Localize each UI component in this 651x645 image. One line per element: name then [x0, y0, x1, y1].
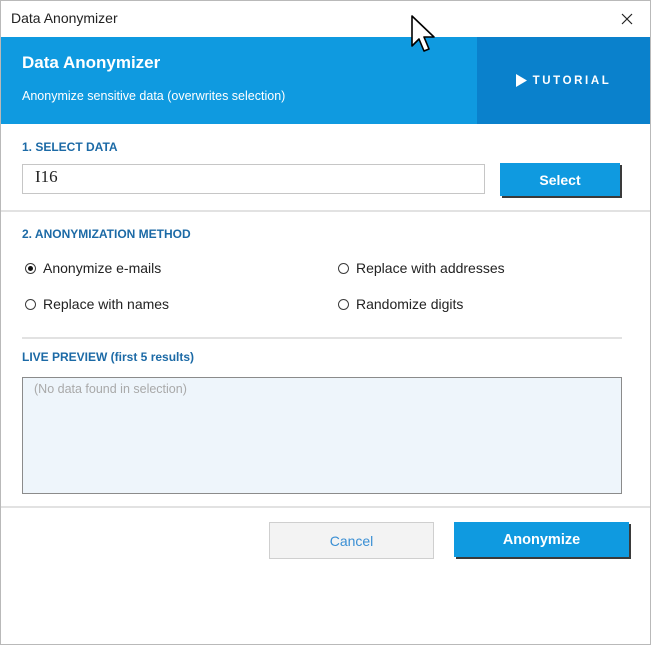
title-bar: Data Anonymizer	[1, 1, 650, 37]
close-icon	[621, 13, 633, 25]
selection-input[interactable]: I16	[22, 164, 485, 194]
live-preview-label: LIVE PREVIEW (first 5 results)	[22, 350, 195, 364]
mouse-pointer-icon	[411, 15, 435, 52]
tutorial-button[interactable]: TUTORIAL	[477, 37, 650, 124]
radio-button[interactable]	[338, 262, 349, 274]
section-divider	[1, 210, 650, 212]
cancel-button[interactable]: Cancel	[269, 522, 434, 559]
radio-label: Replace with names	[43, 296, 170, 312]
radio-replace-names[interactable]: Replace with names	[25, 296, 169, 312]
radio-button-selected[interactable]	[25, 262, 36, 274]
window-title: Data Anonymizer	[11, 10, 118, 26]
radio-button[interactable]	[338, 298, 349, 310]
select-button[interactable]: Select	[500, 163, 620, 196]
header-title: Data Anonymizer	[22, 53, 161, 72]
method-label: 2. ANONYMIZATION METHOD	[22, 227, 191, 241]
footer-divider	[1, 506, 650, 508]
radio-anonymize-emails[interactable]: Anonymize e-mails	[25, 260, 161, 276]
radio-button[interactable]	[25, 298, 36, 310]
radio-replace-addresses[interactable]: Replace with addresses	[338, 260, 505, 276]
tutorial-label: TUTORIAL	[532, 74, 612, 87]
preview-divider	[22, 337, 622, 339]
live-preview-box[interactable]: (No data found in selection)	[22, 377, 622, 494]
radio-randomize-digits[interactable]: Randomize digits	[338, 296, 463, 312]
select-data-label: 1. SELECT DATA	[22, 140, 118, 154]
play-icon	[515, 74, 527, 87]
header-banner: Data Anonymizer Anonymize sensitive data…	[1, 37, 650, 124]
anonymize-button[interactable]: Anonymize	[454, 522, 629, 557]
radio-label: Anonymize e-mails	[43, 260, 162, 276]
preview-placeholder: (No data found in selection)	[34, 382, 187, 396]
header-subtitle: Anonymize sensitive data (overwrites sel…	[22, 89, 286, 103]
close-button[interactable]	[604, 1, 650, 37]
radio-label: Randomize digits	[356, 296, 464, 312]
radio-label: Replace with addresses	[356, 260, 505, 276]
dialog-window: Data Anonymizer Data Anonymizer Anonymiz…	[0, 0, 651, 645]
